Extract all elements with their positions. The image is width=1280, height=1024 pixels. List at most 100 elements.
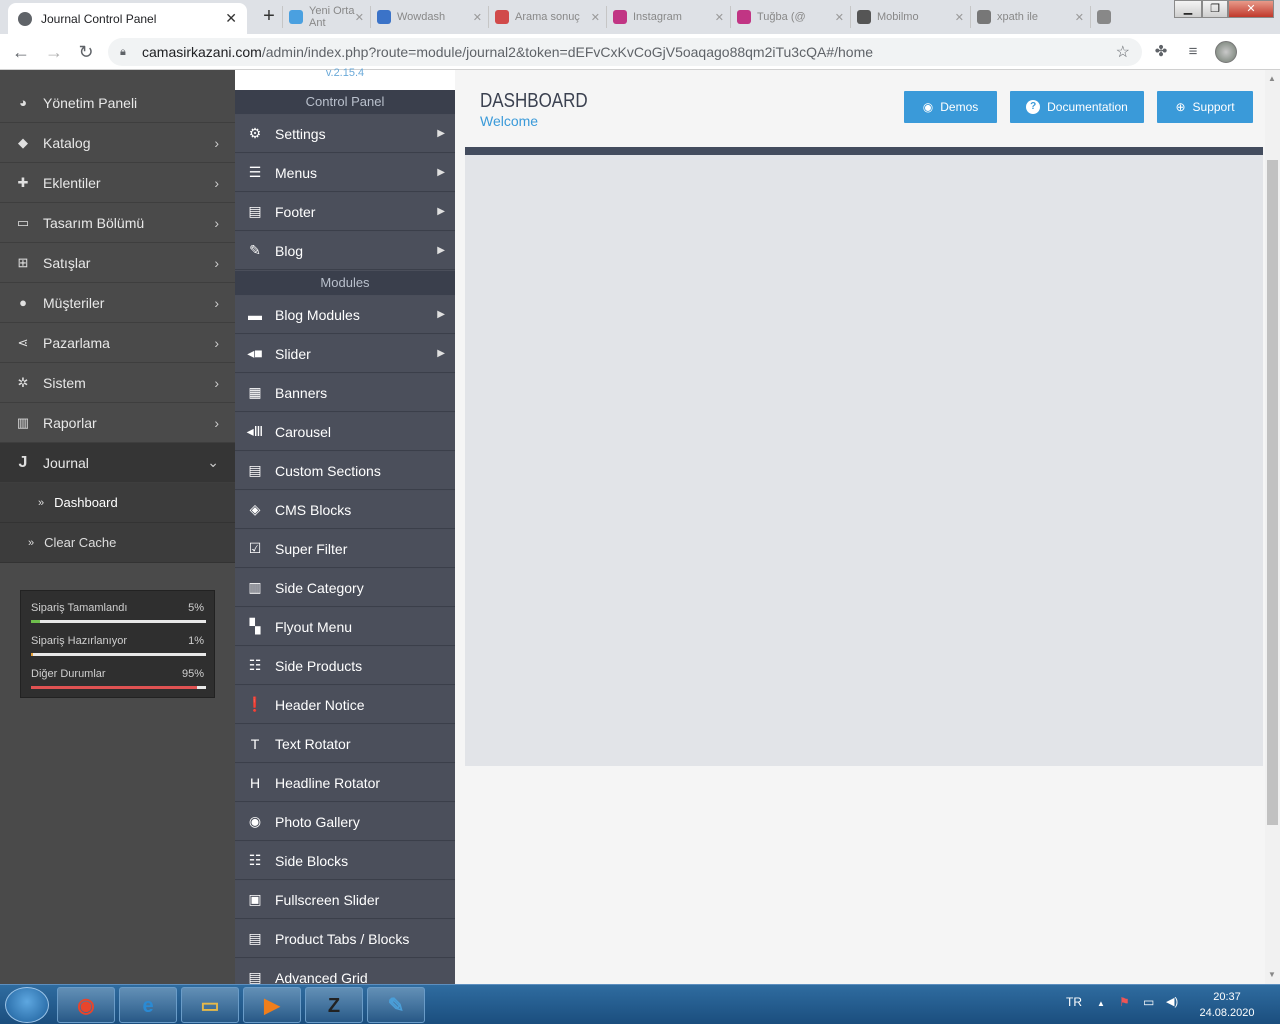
- star-icon[interactable]: ☆: [1116, 42, 1130, 62]
- sidebar-subitem-dashboard[interactable]: » Dashboard: [0, 483, 235, 523]
- tab-journal-control-panel[interactable]: Journal Control Panel ✕: [8, 3, 247, 34]
- close-tab-icon[interactable]: ✕: [591, 11, 600, 24]
- sidebar-item-tasarim-bolumu[interactable]: ▭ Tasarım Bölümü ›: [0, 203, 235, 243]
- panel-item-settings[interactable]: ⚙ Settings ▶: [235, 115, 455, 153]
- close-window-button[interactable]: ✕: [1228, 0, 1274, 18]
- panel-item-custom-sections[interactable]: ▤ Custom Sections: [235, 452, 455, 490]
- super-filter-icon: ☑: [248, 540, 262, 556]
- sidebar-item-journal[interactable]: J Journal ⌄: [0, 443, 235, 483]
- reload-icon[interactable]: ↻: [75, 41, 97, 63]
- footer-icon: ▤: [248, 203, 262, 219]
- panel-item-side-category[interactable]: ▥ Side Category: [235, 569, 455, 607]
- sidebar-subitem-clear-cache[interactable]: » Clear Cache: [0, 523, 235, 563]
- panel-item-super-filter[interactable]: ☑ Super Filter: [235, 530, 455, 568]
- headline-rotator-icon: H: [249, 774, 261, 791]
- app-icon: ▶: [264, 995, 280, 1017]
- start-button[interactable]: [5, 987, 49, 1023]
- tab-background[interactable]: Yeni Orta Ant ✕: [282, 5, 370, 29]
- demos-button[interactable]: ◉ Demos: [904, 91, 997, 123]
- sidebar-item-katalog[interactable]: ◆ Katalog ›: [0, 123, 235, 163]
- close-tab-icon[interactable]: ✕: [1075, 11, 1084, 24]
- taskbar-app-button[interactable]: ▭: [181, 987, 239, 1023]
- tab-background[interactable]: Instagram ✕: [606, 6, 730, 28]
- panel-item-banners[interactable]: ▦ Banners: [235, 374, 455, 412]
- tray-expand-icon[interactable]: ▲: [1097, 999, 1105, 1008]
- tab-favicon-icon: [737, 10, 751, 24]
- forward-arrow-icon[interactable]: →: [43, 41, 65, 63]
- sidebar-item-yonetim-paneli[interactable]: ◕ Yönetim Paneli: [0, 83, 235, 123]
- panel-item-headline-rotator[interactable]: H Headline Rotator: [235, 764, 455, 802]
- tab-background[interactable]: Mobilmo ✕: [850, 6, 970, 28]
- panel-item-blog[interactable]: ✎ Blog ▶: [235, 232, 455, 270]
- action-center-flag-icon[interactable]: ⚑: [1119, 995, 1130, 1009]
- panel-item-menus[interactable]: ☰ Menus ▶: [235, 154, 455, 192]
- panel-item-cms-blocks[interactable]: ◈ CMS Blocks: [235, 491, 455, 529]
- chevron-right-icon: ›: [214, 254, 219, 271]
- panel-item-header-notice[interactable]: ❗ Header Notice: [235, 686, 455, 724]
- dashboard-icon: ◕: [19, 95, 27, 110]
- panel-item-flyout-menu[interactable]: ▚ Flyout Menu: [235, 608, 455, 646]
- sidebar-item-raporlar[interactable]: ▥ Raporlar ›: [0, 403, 235, 443]
- main-content: DASHBOARD Welcome ◉ Demos ? Documentatio…: [455, 70, 1265, 984]
- close-tab-icon[interactable]: ✕: [835, 11, 844, 24]
- close-tab-icon[interactable]: ✕: [225, 10, 237, 27]
- panel-item-side-products[interactable]: ☷ Side Products: [235, 647, 455, 685]
- scroll-up-icon[interactable]: ▲: [1268, 74, 1276, 83]
- sidebar-item-satislar[interactable]: ⊞ Satışlar ›: [0, 243, 235, 283]
- system-clock[interactable]: 20:37 24.08.2020: [1196, 989, 1258, 1021]
- puzzle-icon[interactable]: ✤: [1152, 43, 1170, 61]
- media-list-icon[interactable]: ≡: [1184, 43, 1202, 61]
- panel-item-footer[interactable]: ▤ Footer ▶: [235, 193, 455, 231]
- button-label: Support: [1192, 100, 1235, 114]
- panel-item-blog-modules[interactable]: ▬ Blog Modules ▶: [235, 296, 455, 334]
- address-bar[interactable]: 🔒︎ camasirkazani.com /admin/index.php?ro…: [108, 38, 1142, 66]
- back-arrow-icon[interactable]: ←: [10, 41, 32, 63]
- tab-background[interactable]: [1090, 6, 1130, 28]
- stat-row: Diğer Durumlar 95%: [31, 665, 206, 698]
- stat-percent: 5%: [188, 602, 204, 614]
- close-tab-icon[interactable]: ✕: [473, 11, 482, 24]
- panel-item-carousel[interactable]: ◂Ⅲ Carousel: [235, 413, 455, 451]
- sidebar-item-pazarlama[interactable]: ⋖ Pazarlama ›: [0, 323, 235, 363]
- stat-percent: 95%: [181, 668, 204, 680]
- fullscreen-slider-icon: ▣: [248, 891, 262, 907]
- chevron-right-icon: ›: [214, 334, 219, 351]
- panel-item-text-rotator[interactable]: T Text Rotator: [235, 725, 455, 763]
- scroll-down-icon[interactable]: ▼: [1268, 970, 1276, 979]
- tab-background[interactable]: Wowdash ✕: [370, 6, 488, 28]
- tab-background[interactable]: xpath ile ✕: [970, 6, 1090, 28]
- sidebar-item-musteriler[interactable]: ● Müşteriler ›: [0, 283, 235, 323]
- new-tab-button[interactable]: +: [256, 5, 282, 29]
- tab-background[interactable]: Arama sonuç ✕: [488, 6, 606, 28]
- profile-avatar[interactable]: [1215, 41, 1237, 63]
- sidebar-item-sistem[interactable]: ✲ Sistem ›: [0, 363, 235, 403]
- language-indicator[interactable]: TR: [1066, 995, 1082, 1009]
- documentation-button[interactable]: ? Documentation: [1010, 91, 1144, 123]
- sidebar-subitem-label: Dashboard: [54, 495, 118, 510]
- restore-button[interactable]: ❐: [1202, 0, 1228, 18]
- close-tab-icon[interactable]: ✕: [355, 11, 364, 24]
- support-button[interactable]: ⊕ Support: [1157, 91, 1253, 123]
- tab-background[interactable]: Tuğba (@ ✕: [730, 6, 850, 28]
- scrollbar-thumb[interactable]: [1267, 160, 1278, 825]
- panel-item-photo-gallery[interactable]: ◉ Photo Gallery: [235, 803, 455, 841]
- panel-item-product-tabs-blocks[interactable]: ▤ Product Tabs / Blocks: [235, 920, 455, 958]
- taskbar-app-button[interactable]: Z: [305, 987, 363, 1023]
- network-icon[interactable]: ▭: [1143, 995, 1154, 1009]
- panel-item-slider[interactable]: ◂■ Slider ▶: [235, 335, 455, 373]
- close-tab-icon[interactable]: ✕: [955, 11, 964, 24]
- page-scrollbar[interactable]: ▲ ▼: [1265, 70, 1280, 984]
- panel-item-label: Blog Modules: [275, 306, 360, 323]
- caret-right-icon: ▶: [437, 128, 445, 139]
- panel-item-side-blocks[interactable]: ☷ Side Blocks: [235, 842, 455, 880]
- url-path: /admin/index.php?route=module/journal2&t…: [261, 44, 874, 60]
- panel-item-fullscreen-slider[interactable]: ▣ Fullscreen Slider: [235, 881, 455, 919]
- taskbar-app-button[interactable]: ✎: [367, 987, 425, 1023]
- sidebar-item-eklentiler[interactable]: ✚ Eklentiler ›: [0, 163, 235, 203]
- taskbar-app-button[interactable]: e: [119, 987, 177, 1023]
- taskbar-app-button[interactable]: ◉: [57, 987, 115, 1023]
- taskbar-app-button[interactable]: ▶: [243, 987, 301, 1023]
- volume-icon[interactable]: ◀): [1166, 995, 1178, 1008]
- minimize-button[interactable]: ▁: [1174, 0, 1202, 18]
- close-tab-icon[interactable]: ✕: [715, 11, 724, 24]
